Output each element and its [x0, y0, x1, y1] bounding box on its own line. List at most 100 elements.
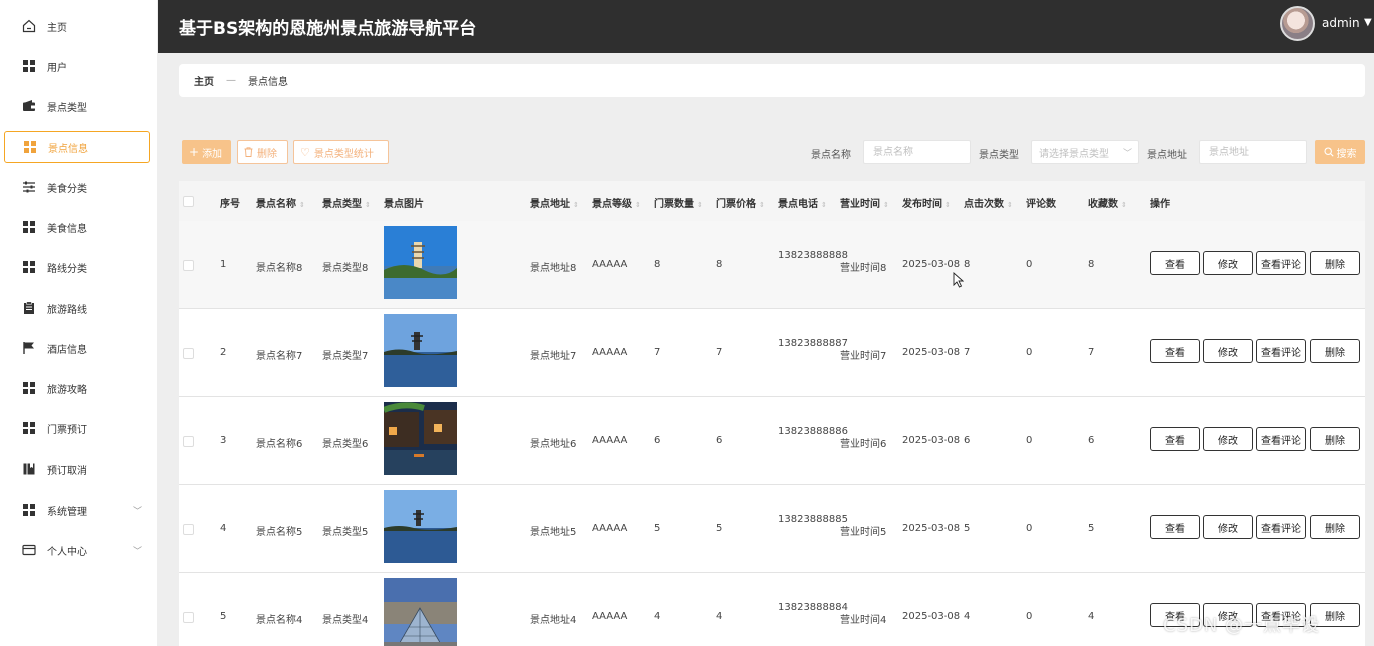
scenic-type-select[interactable]: 请选择景点类型 ﹀	[1031, 140, 1139, 164]
delete-button[interactable]: 删除	[1310, 427, 1360, 451]
cell-date: 2025-03-08	[902, 611, 961, 622]
edit-button[interactable]: 修改	[1203, 515, 1253, 539]
scenic-image[interactable]	[384, 578, 457, 646]
sidebar-item-label: 系统管理	[47, 506, 87, 518]
column-header[interactable]: 门票数量 ⇕	[654, 195, 703, 210]
view-button[interactable]: 查看	[1150, 515, 1200, 539]
sidebar-item-users[interactable]: 用户	[4, 50, 150, 82]
comments-button[interactable]: 查看评论	[1256, 515, 1306, 539]
search-button[interactable]: 搜索	[1315, 140, 1365, 164]
edit-button[interactable]: 修改	[1203, 251, 1253, 275]
cell-type: 景点类型6	[322, 439, 369, 450]
column-header[interactable]: 点击次数 ⇕	[964, 195, 1013, 210]
cell-level: AAAAA	[592, 259, 628, 270]
column-header[interactable]: 景点电话 ⇕	[778, 195, 827, 210]
home-icon	[22, 19, 36, 33]
avatar[interactable]	[1280, 6, 1315, 41]
column-header[interactable]: 收藏数 ⇕	[1088, 195, 1127, 210]
sidebar-item-label: 主页	[47, 22, 67, 34]
cell-favs: 8	[1088, 259, 1095, 270]
search-icon	[1323, 147, 1334, 157]
sidebar-item-home[interactable]: 主页	[4, 10, 150, 42]
sidebar-item-label: 旅游路线	[47, 304, 87, 316]
caret-down-icon[interactable]: ▼	[1364, 17, 1372, 28]
sidebar-item-personal-center[interactable]: 个人中心 ﹀	[4, 534, 150, 566]
sidebar-item-system-management[interactable]: 系统管理 ﹀	[4, 494, 150, 526]
column-header[interactable]: 评论数	[1026, 195, 1056, 210]
column-header: 操作	[1150, 199, 1170, 210]
sidebar-item-label: 酒店信息	[47, 344, 87, 356]
scenic-image[interactable]	[384, 490, 457, 563]
cell-no: 4	[220, 523, 227, 534]
row-checkbox[interactable]	[183, 612, 194, 623]
flag-icon	[22, 341, 36, 355]
cell-hours: 营业时间6	[840, 439, 887, 450]
cell-no: 5	[220, 611, 227, 622]
wallet-icon	[22, 99, 36, 113]
column-header[interactable]: 门票价格 ⇕	[716, 195, 765, 210]
breadcrumb-home[interactable]: 主页	[194, 73, 214, 88]
select-all-checkbox[interactable]	[183, 196, 194, 207]
chevron-down-icon: ﹀	[132, 547, 142, 557]
scenic-image[interactable]	[384, 314, 457, 387]
page-title: 基于BS架构的恩施州景点旅游导航平台	[179, 19, 477, 39]
cell-no: 1	[220, 259, 227, 270]
scenic-image[interactable]	[384, 226, 457, 299]
heart-icon: ♡	[300, 145, 310, 159]
sidebar-item-food-categories[interactable]: 美食分类	[4, 171, 150, 203]
user-name[interactable]: admin	[1322, 16, 1360, 30]
sidebar-item-scenic-info[interactable]: 景点信息	[4, 131, 150, 163]
column-header[interactable]: 发布时间 ⇕	[902, 195, 951, 210]
cell-qty: 7	[654, 347, 661, 358]
scenic-type-stats-button[interactable]: ♡ 景点类型统计	[293, 140, 389, 164]
scenic-name-label: 景点名称	[811, 150, 851, 161]
sidebar-item-food-info[interactable]: 美食信息	[4, 211, 150, 243]
scenic-image[interactable]	[384, 402, 457, 475]
row-checkbox[interactable]	[183, 524, 194, 535]
delete-button[interactable]: 删除	[1310, 515, 1360, 539]
cell-comments: 0	[1026, 259, 1033, 270]
delete-button[interactable]: 删除	[237, 140, 288, 164]
sort-icon: ⇕	[883, 201, 889, 209]
sidebar-item-travel-routes[interactable]: 旅游路线	[4, 292, 150, 324]
sort-icon: ⇕	[635, 201, 641, 209]
cell-clicks: 4	[964, 611, 971, 622]
edit-button[interactable]: 修改	[1203, 339, 1253, 363]
view-button[interactable]: 查看	[1150, 427, 1200, 451]
sidebar-item-travel-guides[interactable]: 旅游攻略	[4, 372, 150, 404]
sidebar-item-booking-cancel[interactable]: 预订取消	[4, 453, 150, 485]
cell-address: 景点地址4	[530, 615, 577, 626]
cell-address: 景点地址7	[530, 351, 577, 362]
row-checkbox[interactable]	[183, 348, 194, 359]
scenic-address-input[interactable]	[1199, 140, 1307, 164]
row-checkbox[interactable]	[183, 260, 194, 271]
sidebar-item-ticket-booking[interactable]: 门票预订	[4, 412, 150, 444]
cell-comments: 0	[1026, 435, 1033, 446]
edit-button[interactable]: 修改	[1203, 427, 1253, 451]
sidebar-item-route-categories[interactable]: 路线分类	[4, 251, 150, 283]
column-header[interactable]: 景点名称 ⇕	[256, 195, 305, 210]
scenic-name-input[interactable]	[863, 140, 971, 164]
column-header[interactable]: 景点地址 ⇕	[530, 195, 579, 210]
sort-icon: ⇕	[759, 201, 765, 209]
column-header: 序号	[220, 199, 240, 210]
sidebar-item-hotel-info[interactable]: 酒店信息	[4, 332, 150, 364]
delete-button[interactable]: 删除	[1310, 251, 1360, 275]
comments-button[interactable]: 查看评论	[1256, 251, 1306, 275]
sidebar-item-scenic-types[interactable]: 景点类型	[4, 90, 150, 122]
row-checkbox[interactable]	[183, 436, 194, 447]
add-button[interactable]: + 添加	[182, 140, 231, 164]
view-button[interactable]: 查看	[1150, 251, 1200, 275]
comments-button[interactable]: 查看评论	[1256, 427, 1306, 451]
cell-favs: 4	[1088, 611, 1095, 622]
sidebar-item-label: 美食信息	[47, 223, 87, 235]
column-header[interactable]: 景点类型 ⇕	[322, 195, 371, 210]
column-header[interactable]: 营业时间 ⇕	[840, 195, 889, 210]
sidebar-item-label: 美食分类	[47, 183, 87, 195]
view-button[interactable]: 查看	[1150, 339, 1200, 363]
stats-button-label: 景点类型统计	[313, 148, 374, 160]
comments-button[interactable]: 查看评论	[1256, 339, 1306, 363]
delete-button[interactable]: 删除	[1310, 339, 1360, 363]
cell-favs: 5	[1088, 523, 1095, 534]
column-header[interactable]: 景点等级 ⇕	[592, 195, 641, 210]
